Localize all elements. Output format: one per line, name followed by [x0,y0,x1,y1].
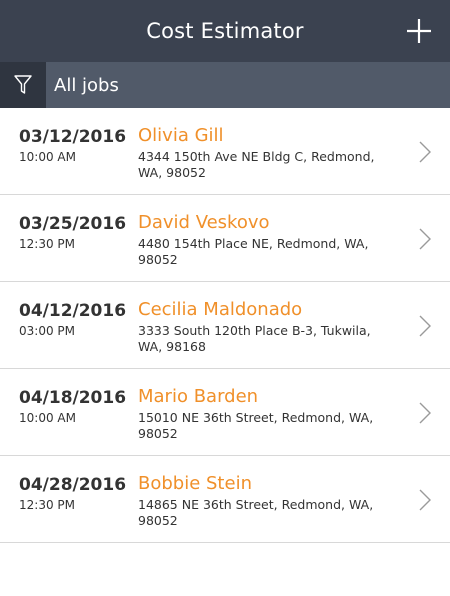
page-title: Cost Estimator [146,19,304,43]
filter-label: All jobs [54,74,119,96]
job-date: 04/12/2016 [19,301,127,321]
job-time: 10:00 AM [19,150,76,164]
job-date: 04/28/2016 [19,475,127,495]
job-row[interactable]: 04/18/2016 10:00 AM Mario Barden 15010 N… [0,369,450,456]
filter-funnel-icon [14,75,32,94]
add-job-button[interactable] [404,16,434,46]
job-list: 03/12/2016 10:00 AM Olivia Gill 4344 150… [0,108,450,543]
job-customer-name: Cecilia Maldonado [138,299,303,320]
chevron-right-icon [419,228,431,250]
filter-button[interactable] [0,62,46,108]
job-row[interactable]: 03/12/2016 10:00 AM Olivia Gill 4344 150… [0,108,450,195]
job-address: 4480 154th Place NE, Redmond, WA, 98052 [138,236,369,267]
job-customer-name: Bobbie Stein [138,473,252,494]
chevron-right-icon [419,141,431,163]
job-address: 15010 NE 36th Street, Redmond, WA, 98052 [138,410,374,441]
filter-bar: All jobs [0,62,450,108]
job-date: 03/12/2016 [19,127,127,147]
job-customer-name: David Veskovo [138,212,270,233]
job-row[interactable]: 03/25/2016 12:30 PM David Veskovo 4480 1… [0,195,450,282]
plus-icon [407,19,431,43]
job-customer-name: Mario Barden [138,386,259,407]
chevron-right-icon [419,315,431,337]
job-time: 12:30 PM [19,498,75,512]
job-time: 12:30 PM [19,237,75,251]
job-time: 03:00 PM [19,324,75,338]
job-address: 3333 South 120th Place B-3, Tukwila, WA,… [138,323,371,354]
chevron-right-icon [419,489,431,511]
job-customer-name: Olivia Gill [138,125,224,146]
job-row[interactable]: 04/28/2016 12:30 PM Bobbie Stein 14865 N… [0,456,450,543]
job-row[interactable]: 04/12/2016 03:00 PM Cecilia Maldonado 33… [0,282,450,369]
chevron-right-icon [419,402,431,424]
job-address: 14865 NE 36th Street, Redmond, WA, 98052 [138,497,374,528]
app-header: Cost Estimator [0,0,450,62]
job-address: 4344 150th Ave NE Bldg C, Redmond, WA, 9… [138,149,375,180]
job-date: 03/25/2016 [19,214,127,234]
job-date: 04/18/2016 [19,388,127,408]
job-time: 10:00 AM [19,411,76,425]
